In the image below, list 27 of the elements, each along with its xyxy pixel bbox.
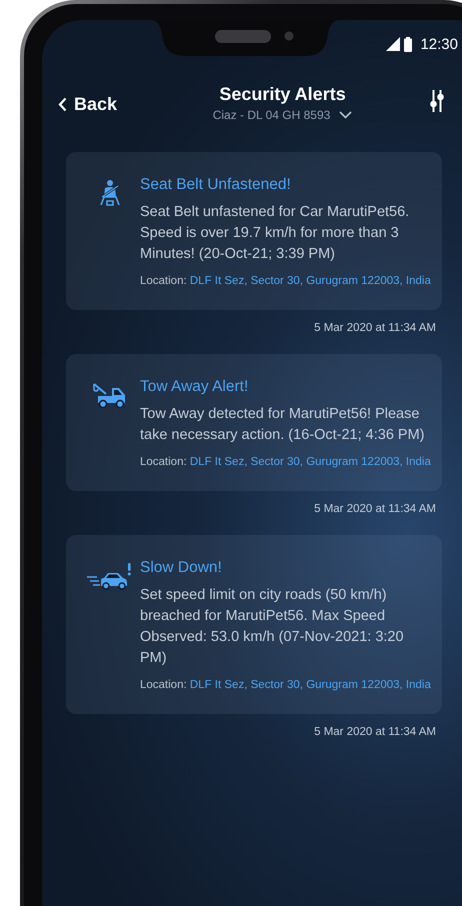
alert-timestamp: 5 Mar 2020 at 11:34 AM — [314, 322, 436, 334]
alert-card[interactable]: Tow Away Alert! Tow Away detected for MarutiPet56! Please take necessary action. (16-Oct-21; 4:36 PM) Location: DLF It Sez, Sector 30, Gurugram 122003, India — [66, 354, 442, 491]
speeding-car-icon — [87, 563, 133, 591]
back-button[interactable]: Back — [58, 94, 118, 115]
filter-icon[interactable] — [430, 90, 444, 112]
alert-title: Slow Down! — [140, 559, 223, 577]
battery-icon — [404, 36, 412, 52]
status-time: 12:30 — [420, 36, 458, 52]
alert-location: Location: DLF It Sez, Sector 30, Gurugram 122003, India — [140, 274, 432, 289]
alert-title: Seat Belt Unfastened! — [140, 176, 292, 194]
tow-truck-icon — [92, 382, 128, 408]
alert-location: Location: DLF It Sez, Sector 30, Gurugram 122003, India — [140, 455, 432, 470]
signal-icon — [386, 37, 400, 51]
alert-timestamp: 5 Mar 2020 at 11:34 AM — [314, 726, 436, 738]
alert-timestamp: 5 Mar 2020 at 11:34 AM — [314, 503, 436, 515]
seatbelt-icon — [99, 180, 121, 206]
alert-message: Set speed limit on city roads (50 km/h) breached for MarutiPet56. Max Speed Observed: 53.0 km/h (07-Nov-2021: 3:20 PM) — [140, 586, 405, 668]
chevron-left-icon — [58, 97, 67, 112]
screen-title: Security Alerts — [219, 84, 346, 105]
chevron-down-icon — [339, 111, 352, 119]
alert-card[interactable]: Slow Down! Set speed limit on city roads (50 km/h) breached for MarutiPet56. Max Speed Observed: 53.0 km/h (07-Nov-2021: 3:20 PM) Location: DLF It Sez, Sector 30, Gurugram 122003, India — [66, 535, 442, 714]
alert-message: Tow Away detected for MarutiPet56! Please take necessary action. (16-Oct-21; 4:36 PM) — [140, 405, 426, 445]
alert-card[interactable]: Seat Belt Unfastened! Seat Belt unfastened for Car MarutiPet56. Speed is over 19.7 km/h for more than 3 Minutes! (20-Oct-21; 3:39 PM) Location: DLF It Sez, Sector 30, Gurugram 122003, India — [66, 152, 442, 310]
alert-location: Location: DLF It Sez, Sector 30, Gurugram 122003, India — [140, 678, 432, 693]
vehicle-selector[interactable]: Ciaz - DL 04 GH 8593 — [212, 108, 352, 122]
alert-title: Tow Away Alert! — [140, 378, 250, 396]
alert-message: Seat Belt unfastened for Car MarutiPet56. Speed is over 19.7 km/h for more than 3 Minutes! (20-Oct-21; 3:39 PM) — [140, 203, 410, 264]
